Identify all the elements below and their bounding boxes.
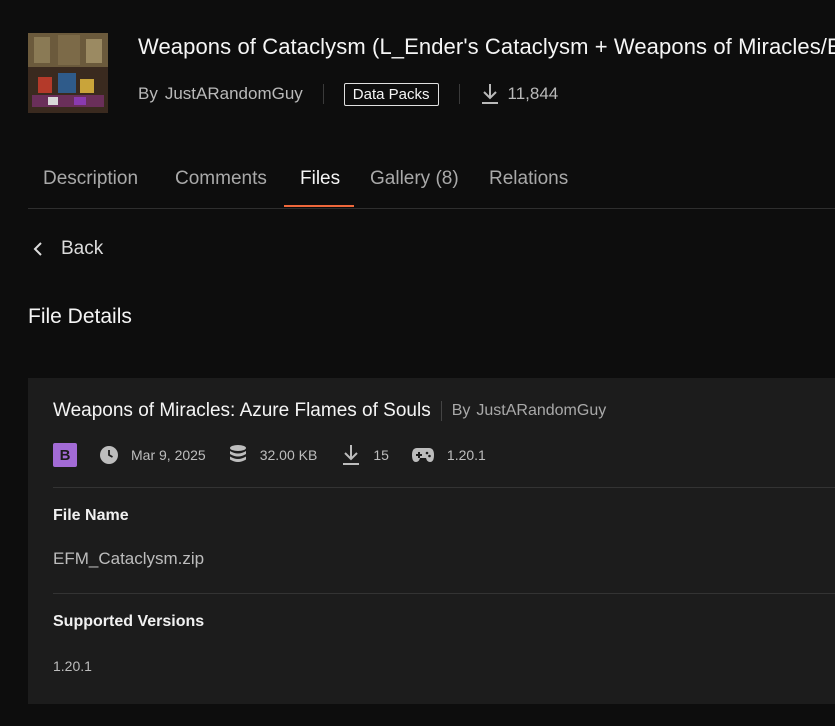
project-thumbnail[interactable] [28,33,108,113]
clock-icon [100,446,118,464]
download-count: 11,844 [480,83,559,105]
meta-divider [458,84,460,104]
project-header: Weapons of Cataclysm (L_Ender's Cataclys… [28,33,835,113]
card-divider [53,593,835,594]
tab-comments[interactable]: Comments [175,168,267,207]
file-date-value: Mar 9, 2025 [131,447,206,463]
file-downloads-value: 15 [373,447,389,463]
back-label: Back [61,238,104,259]
tab-gallery[interactable]: Gallery (8) [370,168,459,207]
author-link[interactable]: JustARandomGuy [165,84,303,104]
database-icon [229,445,246,462]
supported-versions-value: 1.20.1 [53,658,92,674]
tab-files[interactable]: Files [300,168,340,207]
file-date: Mar 9, 2025 [99,445,206,465]
file-game-version-value: 1.20.1 [446,447,486,463]
section-title: File Details [28,305,132,328]
chevron-left-icon [33,242,42,256]
file-name-value: EFM_Cataclysm.zip [53,549,205,568]
card-divider [53,487,835,488]
file-author-link[interactable]: JustARandomGuy [476,402,606,420]
file-info-row: B Mar 9, 2025 32.00 KB 15 1.20.1 [53,443,486,467]
project-meta: By JustARandomGuy Data Packs 11,844 [138,81,558,107]
file-size-value: 32.00 KB [259,447,318,463]
file-name-label: File Name [53,507,129,524]
project-title: Weapons of Cataclysm (L_Ender's Cataclys… [138,34,835,59]
release-type-badge: B [53,443,77,467]
gamepad-icon [411,448,434,462]
download-count-value: 11,844 [507,84,559,103]
active-tab-indicator [284,205,354,207]
file-size: 32.00 KB [228,444,318,466]
supported-versions-label: Supported Versions [53,613,205,630]
file-by-label: By [451,402,471,419]
category-badge[interactable]: Data Packs [343,82,439,106]
back-button[interactable]: Back [33,238,103,260]
by-label: By [138,84,158,103]
mod-thumbnail-icon [28,33,108,113]
tab-description[interactable]: Description [43,168,138,207]
file-title: Weapons of Miracles: Azure Flames of Sou… [53,400,431,421]
download-icon [343,445,360,465]
file-downloads: 15 [341,444,389,466]
file-game-version: 1.20.1 [411,446,486,464]
project-tabs: Description Comments Files Gallery (8) R… [28,160,835,209]
meta-divider [322,84,324,104]
file-title-row: Weapons of Miracles: Azure Flames of Sou… [53,400,606,422]
tab-relations[interactable]: Relations [489,168,568,207]
file-details-card: Weapons of Miracles: Azure Flames of Sou… [28,378,835,704]
title-divider [440,401,442,421]
download-icon [481,84,498,104]
